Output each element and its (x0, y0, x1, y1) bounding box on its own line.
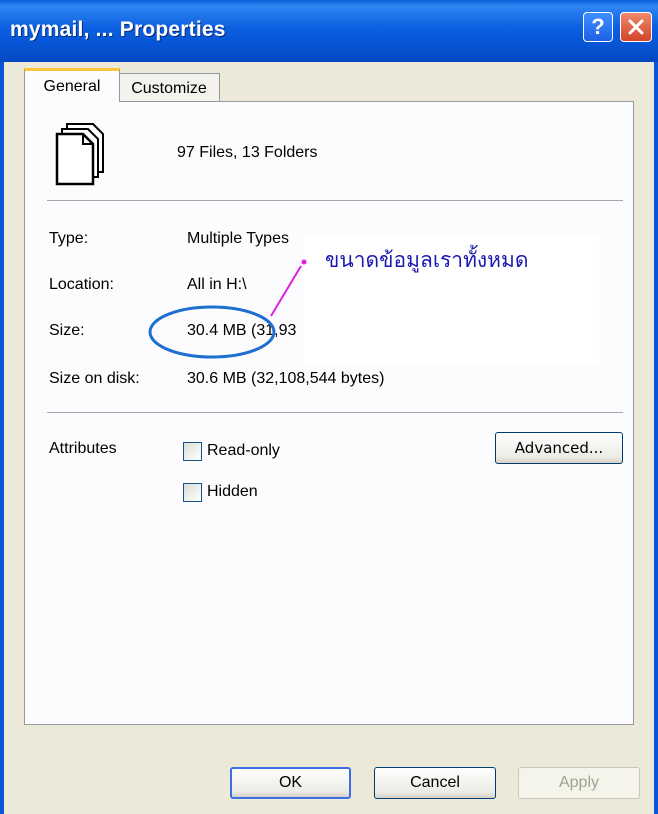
tab-general[interactable]: General (24, 68, 120, 102)
close-button[interactable] (620, 12, 652, 42)
hidden-checkbox[interactable] (183, 483, 202, 502)
size-value: 30.4 MB (31,93 (187, 322, 297, 339)
properties-dialog: mymail, ... Properties ? General Customi… (0, 0, 658, 814)
items-summary: 97 Files, 13 Folders (177, 144, 318, 161)
size-on-disk-label: Size on disk: (49, 370, 140, 387)
readonly-checkbox[interactable] (183, 442, 202, 461)
window-border-right (654, 62, 658, 814)
type-label: Type: (49, 230, 89, 247)
separator (47, 412, 623, 413)
separator (47, 200, 623, 201)
window-title: mymail, ... Properties (10, 18, 226, 41)
ok-button[interactable]: OK (230, 767, 351, 799)
tab-general-label: General (43, 77, 101, 95)
tab-customize[interactable]: Customize (118, 73, 220, 103)
type-value: Multiple Types (187, 230, 289, 247)
window-border-left (0, 62, 4, 814)
readonly-checkbox-label[interactable]: Read-only (207, 442, 280, 460)
annotation-note: ขนาดข้อมูลเราทั้งหมด (325, 248, 529, 272)
location-label: Location: (49, 276, 114, 293)
apply-button[interactable]: Apply (518, 767, 640, 799)
general-tab-panel: 97 Files, 13 Folders Type: Multiple Type… (24, 101, 634, 725)
help-icon: ? (591, 14, 605, 39)
help-button[interactable]: ? (583, 12, 613, 42)
title-bar[interactable]: mymail, ... Properties ? (0, 0, 658, 62)
close-icon (628, 19, 644, 35)
location-value: All in H:\ (187, 276, 247, 293)
multiple-files-icon (55, 123, 104, 186)
hidden-checkbox-label[interactable]: Hidden (207, 483, 258, 501)
attributes-label: Attributes (49, 440, 117, 457)
size-label: Size: (49, 322, 85, 339)
size-on-disk-value: 30.6 MB (32,108,544 bytes) (187, 370, 385, 387)
tab-customize-label: Customize (131, 79, 207, 97)
cancel-button[interactable]: Cancel (374, 767, 496, 799)
annotation-pointer (270, 265, 302, 317)
advanced-button[interactable]: Advanced... (495, 432, 623, 464)
